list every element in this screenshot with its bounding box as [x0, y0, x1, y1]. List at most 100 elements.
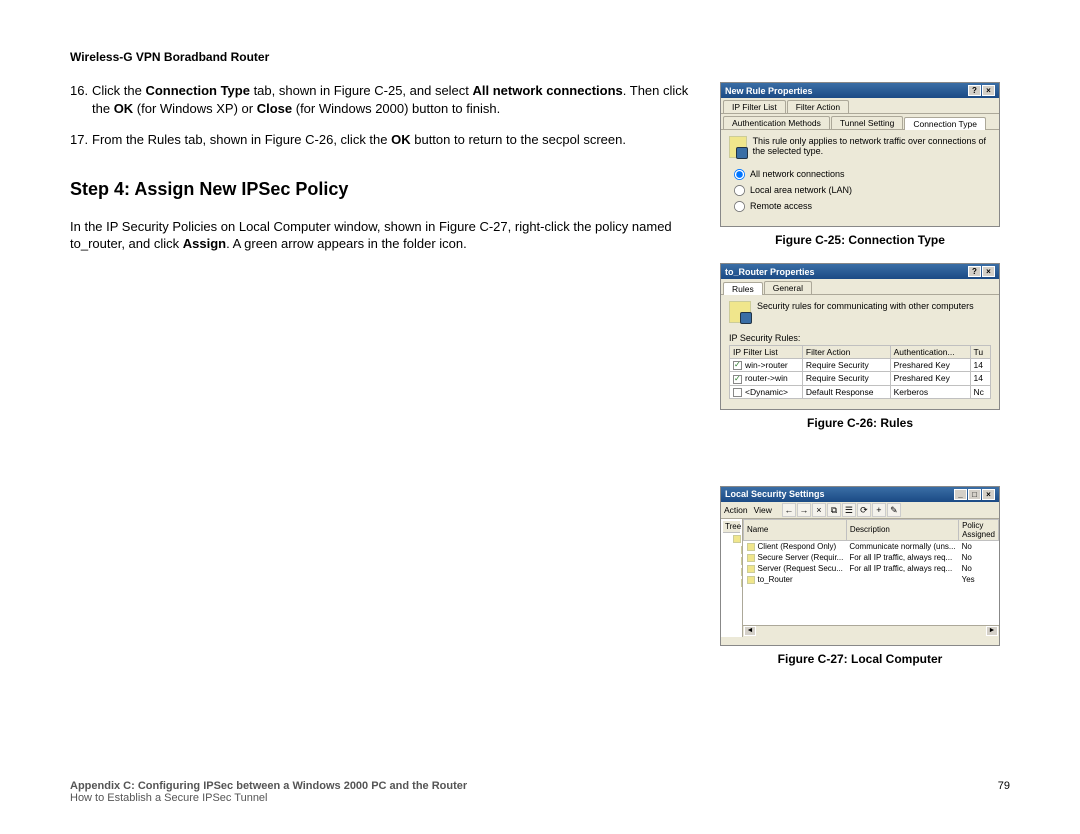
up-icon[interactable]: × — [812, 503, 826, 517]
cell: No — [959, 563, 999, 574]
col-header[interactable]: IP Filter List — [730, 346, 803, 359]
paragraph: In the IP Security Policies on Local Com… — [70, 218, 690, 253]
step-number: 17. — [70, 131, 92, 149]
forward-icon[interactable]: → — [797, 503, 811, 517]
tree-item[interactable]: Account Policies — [723, 544, 741, 555]
close-icon[interactable]: × — [982, 85, 995, 96]
cell: Kerberos — [890, 385, 970, 398]
tab-description: This rule only applies to network traffi… — [753, 136, 991, 156]
checkbox-icon[interactable] — [733, 375, 742, 384]
list-item[interactable]: to_RouterYes — [744, 574, 999, 585]
col-header[interactable]: Authentication... — [890, 346, 970, 359]
cell: Require Security — [802, 359, 890, 372]
list-item[interactable]: Client (Respond Only) Communicate normall… — [744, 540, 999, 552]
tab-general[interactable]: General — [764, 281, 812, 294]
menu-action[interactable]: Action — [724, 505, 748, 515]
policy-icon — [747, 554, 755, 562]
cell: Client (Respond Only) — [758, 542, 837, 551]
radio-lan[interactable]: Local area network (LAN) — [733, 184, 991, 197]
tab-auth-methods[interactable]: Authentication Methods — [723, 116, 830, 129]
bold: All network connections — [473, 83, 623, 98]
radio-all-connections[interactable]: All network connections — [733, 168, 991, 181]
page-number: 79 — [998, 780, 1010, 804]
cell: win->router — [745, 360, 788, 370]
text: Click the — [92, 83, 145, 98]
help-button[interactable]: ? — [968, 266, 981, 277]
step-17: 17. From the Rules tab, shown in Figure … — [70, 131, 690, 149]
refresh-icon[interactable]: ⟳ — [857, 503, 871, 517]
cell: Nc — [970, 385, 990, 398]
folder-icon — [733, 535, 741, 543]
maximize-button[interactable]: □ — [968, 489, 981, 500]
figure-c25-dialog: New Rule Properties ? × IP Filter List F… — [720, 82, 1000, 227]
tree-item[interactable]: Public Key Policies — [723, 566, 741, 577]
col-header[interactable]: Name — [744, 519, 847, 540]
figure-caption: Figure C-26: Rules — [720, 416, 1000, 430]
tree-item[interactable]: Local Policies — [723, 555, 741, 566]
tab-connection-type[interactable]: Connection Type — [904, 117, 986, 130]
menu-view[interactable]: View — [754, 505, 772, 515]
tree-item[interactable]: Security Settings — [723, 533, 740, 544]
rules-label: IP Security Rules: — [729, 333, 991, 343]
text: (for Windows 2000) button to finish. — [292, 101, 500, 116]
list-item[interactable]: Server (Request Secu...For all IP traffi… — [744, 563, 999, 574]
tab-tunnel-setting[interactable]: Tunnel Setting — [831, 116, 904, 129]
tree-pane: Tree Security Settings Account Policies … — [721, 519, 743, 637]
cell: <Dynamic> — [745, 387, 788, 397]
list-item[interactable]: Secure Server (Requir...For all IP traff… — [744, 552, 999, 563]
text: From the Rules tab, shown in Figure C-26… — [92, 132, 391, 147]
table-row[interactable]: win->routerRequire SecurityPreshared Key… — [730, 359, 991, 372]
help-button[interactable]: ? — [968, 85, 981, 96]
bold: Close — [257, 101, 292, 116]
tab-ip-filter-list[interactable]: IP Filter List — [723, 100, 786, 113]
minimize-button[interactable]: _ — [954, 489, 967, 500]
cell: Communicate normally (uns... — [846, 540, 958, 552]
col-header[interactable]: Policy Assigned — [959, 519, 999, 540]
bold: Assign — [183, 236, 226, 251]
scrollbar[interactable]: ◄► — [743, 625, 999, 637]
policy-icon — [747, 565, 755, 573]
scroll-right-icon[interactable]: ► — [986, 626, 998, 636]
tree-item[interactable]: IP Security Policies on Local Machine — [723, 577, 741, 588]
close-icon[interactable]: × — [982, 266, 995, 277]
bold: Connection Type — [145, 83, 249, 98]
step-16: 16. Click the Connection Type tab, shown… — [70, 82, 690, 117]
tab-rules[interactable]: Rules — [723, 282, 763, 295]
toolbar-icon[interactable]: ☰ — [842, 503, 856, 517]
scroll-left-icon[interactable]: ◄ — [744, 626, 756, 636]
step-heading: Step 4: Assign New IPSec Policy — [70, 179, 690, 200]
radio-remote[interactable]: Remote access — [733, 200, 991, 213]
text: button to return to the secpol screen. — [411, 132, 626, 147]
bold: OK — [114, 101, 134, 116]
cell: Server (Request Secu... — [758, 564, 843, 573]
tab-filter-action[interactable]: Filter Action — [787, 100, 849, 113]
cell: 14 — [970, 372, 990, 385]
figure-c27-window: Local Security Settings _ □ × Action Vie… — [720, 486, 1000, 646]
figure-caption: Figure C-27: Local Computer — [720, 652, 1000, 666]
text: tab, shown in Figure C-25, and select — [250, 83, 473, 98]
back-icon[interactable]: ← — [782, 503, 796, 517]
col-header[interactable]: Tu — [970, 346, 990, 359]
toolbar-icon[interactable]: + — [872, 503, 886, 517]
toolbar-icon[interactable]: ✎ — [887, 503, 901, 517]
close-icon[interactable]: × — [982, 489, 995, 500]
cell: Yes — [959, 574, 999, 585]
toolbar-icon[interactable]: ⧉ — [827, 503, 841, 517]
cell — [846, 574, 958, 585]
security-icon — [729, 301, 751, 323]
checkbox-icon[interactable] — [733, 388, 742, 397]
table-row[interactable]: <Dynamic>Default ResponseKerberosNc — [730, 385, 991, 398]
checkbox-icon[interactable] — [733, 361, 742, 370]
figure-caption: Figure C-25: Connection Type — [720, 233, 1000, 247]
policy-list: Name Description Policy Assigned Client … — [743, 519, 999, 585]
cell: For all IP traffic, always req... — [846, 563, 958, 574]
cell: router->win — [745, 373, 788, 383]
radio-label: Remote access — [750, 201, 812, 211]
col-header[interactable]: Filter Action — [802, 346, 890, 359]
cell: Secure Server (Requir... — [758, 553, 844, 562]
policy-icon — [747, 576, 755, 584]
cell: Preshared Key — [890, 372, 970, 385]
col-header[interactable]: Description — [846, 519, 958, 540]
tab-description: Security rules for communicating with ot… — [757, 301, 974, 311]
table-row[interactable]: router->winRequire SecurityPreshared Key… — [730, 372, 991, 385]
